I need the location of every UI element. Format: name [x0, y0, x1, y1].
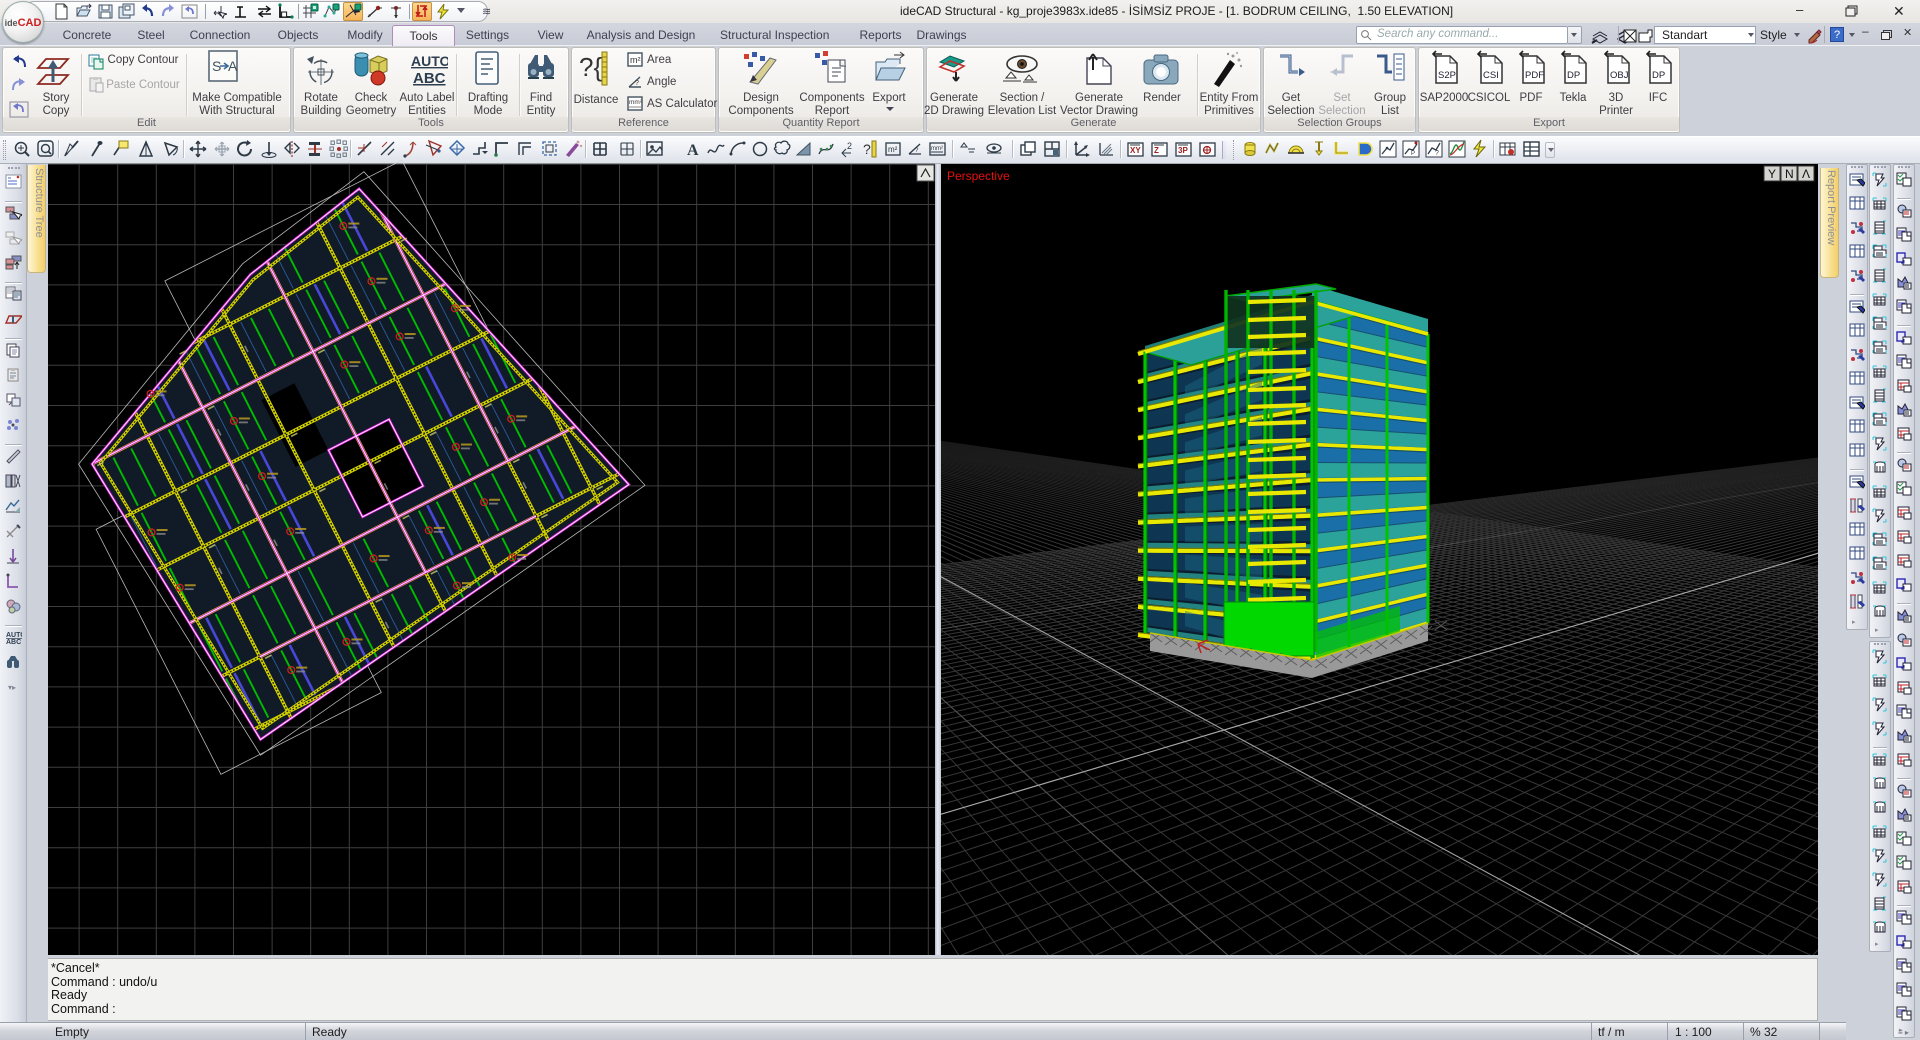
- svg-text:Perspective: Perspective: [947, 169, 1010, 183]
- svg-text:N: N: [1785, 167, 1794, 181]
- svg-text:Y: Y: [1768, 167, 1776, 181]
- svg-text:Λ: Λ: [1802, 167, 1810, 181]
